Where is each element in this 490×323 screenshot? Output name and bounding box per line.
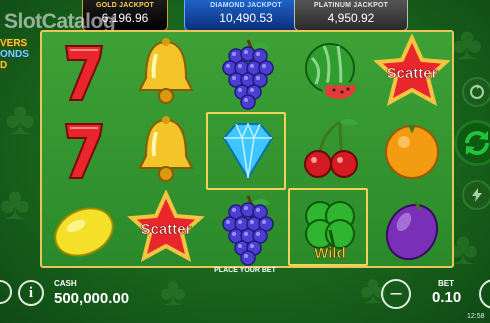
game-logo-line: D	[0, 60, 8, 71]
orange-icon	[385, 125, 439, 179]
cherry-icon	[304, 118, 358, 178]
lightning-icon	[472, 188, 482, 202]
autoplay-button[interactable]	[462, 77, 490, 107]
scatter-label: Scatter	[387, 65, 438, 82]
reel-symbol-cherry	[290, 112, 370, 190]
game-logo: VERS ONDS D	[0, 38, 44, 71]
diamond-icon	[222, 122, 274, 180]
clover-decoration-icon: ♣	[160, 270, 187, 314]
reel-symbol-orange	[372, 112, 452, 190]
reel-grid: Scatter Scatter Wild	[40, 30, 454, 268]
reel-symbol-scatter: Scatter	[372, 34, 452, 112]
reel-symbol-grapes	[208, 34, 288, 112]
platinum-jackpot: PLATINUM JACKPOT 4,950.92	[294, 0, 408, 31]
scatter-icon: Scatter	[373, 34, 451, 106]
increase-bet-button[interactable]	[479, 279, 490, 309]
plum-icon	[385, 201, 439, 261]
grapes-icon	[222, 195, 274, 266]
game-logo-line: ONDS	[0, 49, 29, 60]
watermelon-icon	[305, 43, 360, 102]
reel-symbol-bell	[126, 112, 206, 190]
diamond-jackpot: DIAMOND JACKPOT 10,490.53	[184, 0, 308, 31]
reel-symbol-plum	[372, 190, 452, 268]
reel-symbol-wild: Wild	[290, 190, 370, 268]
clock: 12:58	[467, 313, 485, 320]
scatter-icon: Scatter	[127, 190, 205, 262]
wild-icon: Wild	[305, 201, 355, 262]
clover-decoration-icon: ♣	[0, 177, 31, 229]
diamond-jackpot-value: 10,490.53	[219, 11, 273, 25]
reel-symbol-watermelon	[290, 34, 370, 112]
spin-button[interactable]	[454, 120, 490, 166]
reel-symbol-grapes	[208, 190, 288, 268]
spin-arrows-icon	[465, 131, 489, 155]
diamond-jackpot-label: DIAMOND JACKPOT	[210, 2, 282, 9]
bell-icon	[138, 38, 194, 104]
reel-symbol-scatter: Scatter	[126, 190, 206, 268]
platinum-jackpot-value: 4,950.92	[327, 11, 375, 25]
cash-label: CASH	[54, 279, 77, 288]
decrease-bet-button[interactable]: –	[381, 279, 411, 309]
bet-value: 0.10	[432, 289, 462, 306]
autoplay-icon	[470, 84, 484, 99]
reel-symbol-diamond	[208, 112, 288, 190]
game-screen: ♣ ♣ ♣ ♣ ♣ ♣ GOLD JACKPOT 6,196.96 DIAMON…	[0, 0, 490, 323]
game-logo-line: VERS	[0, 38, 28, 49]
cash-value: 500,000.00	[54, 290, 130, 307]
place-your-bet-message: PLACE YOUR BET	[214, 267, 276, 274]
seven-icon	[64, 123, 104, 179]
lemon-icon	[54, 207, 114, 257]
seven-icon	[64, 45, 104, 101]
reel-symbol-lemon	[44, 190, 124, 268]
platinum-jackpot-label: PLATINUM JACKPOT	[313, 2, 389, 9]
clover-decoration-icon: ♣	[5, 92, 36, 144]
clover-decoration-icon: ♣	[452, 17, 483, 69]
minus-icon: –	[390, 282, 402, 304]
reel-symbol-seven	[44, 34, 124, 112]
turbo-button[interactable]	[462, 180, 490, 210]
wild-label: Wild	[314, 245, 346, 262]
reel-symbol-bell	[126, 34, 206, 112]
bet-label: BET	[438, 279, 454, 288]
scatter-label: Scatter	[141, 221, 192, 238]
info-button[interactable]: i	[18, 280, 44, 306]
grapes-icon	[222, 39, 274, 110]
bell-icon	[138, 116, 194, 182]
menu-button[interactable]	[0, 280, 12, 304]
info-icon: i	[28, 285, 34, 301]
gold-jackpot-label: GOLD JACKPOT	[95, 2, 154, 9]
reel-symbol-seven	[44, 112, 124, 190]
